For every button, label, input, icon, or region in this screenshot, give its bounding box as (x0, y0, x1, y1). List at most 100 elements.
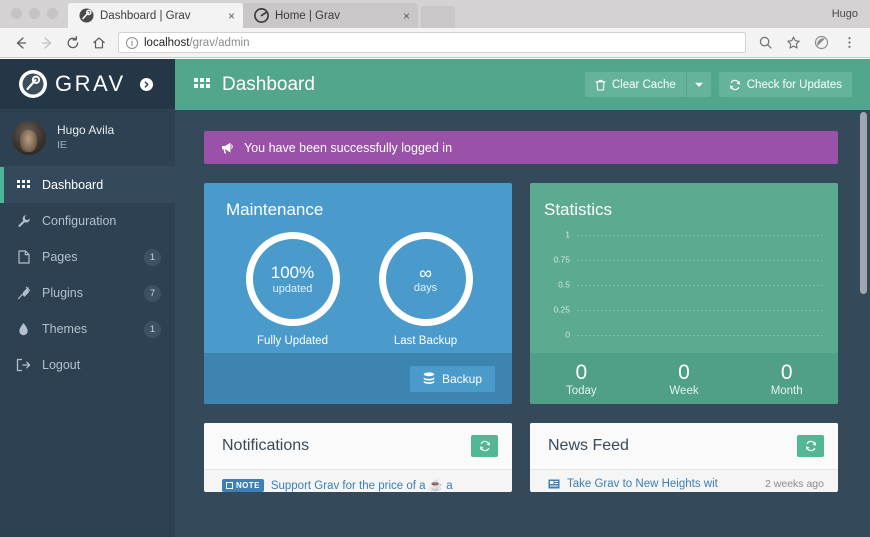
browser-tab-dashboard[interactable]: Dashboard | Grav × (68, 3, 243, 28)
maintenance-panel: Maintenance 100% updated Fully Updated (204, 183, 512, 404)
close-tab-button[interactable]: × (387, 10, 410, 22)
header-actions: Clear Cache Check for Updates (585, 72, 852, 97)
dashboard-content: You have been successfully logged in Mai… (175, 110, 870, 537)
browser-tab-home[interactable]: Home | Grav × (243, 3, 418, 28)
stat-label: Week (633, 385, 736, 397)
grav-circle-icon (254, 8, 269, 23)
notifications-header: Notifications (204, 423, 512, 470)
info-icon[interactable]: i (126, 37, 138, 49)
chevron-right-circle-icon[interactable] (140, 78, 153, 91)
reload-icon[interactable] (60, 30, 86, 56)
check-updates-button[interactable]: Check for Updates (719, 72, 852, 97)
extension-icon[interactable] (808, 30, 834, 56)
browser-tabstrip: Dashboard | Grav × Home | Grav × Hugo (0, 0, 870, 28)
donut-updated: 100% updated Fully Updated (246, 232, 340, 347)
sidebar-item-logout[interactable]: Logout (0, 347, 175, 383)
donut-label: Last Backup (379, 335, 473, 347)
close-tab-button[interactable]: × (212, 10, 235, 22)
stat-label: Month (735, 385, 838, 397)
stat-value: 0 (735, 361, 838, 385)
stat-value: 0 (530, 361, 633, 385)
new-tab-button[interactable] (421, 6, 455, 28)
sidebar-item-label: Pages (42, 250, 77, 264)
clear-cache-group: Clear Cache (585, 72, 711, 97)
brand-header[interactable]: GRAV « (0, 59, 175, 109)
note-badge: NOTE (222, 479, 264, 492)
content-scrollbar[interactable] (857, 110, 870, 537)
stat-month: 0 Month (735, 361, 838, 397)
grid-icon (16, 179, 31, 192)
donut-ring: 100% updated (246, 232, 340, 326)
statistics-title: Statistics (544, 200, 826, 220)
maintenance-donuts: 100% updated Fully Updated ∞ days (226, 232, 492, 347)
dashboard-row-bottom: Notifications NOTE (204, 423, 838, 492)
statistics-chart: 1 0.75 0.5 (544, 231, 826, 339)
sidebar-badge: 1 (144, 321, 161, 338)
search-icon[interactable] (752, 30, 778, 56)
sidebar-item-configuration[interactable]: Configuration (0, 203, 175, 239)
toolbar-right-icons (752, 30, 862, 56)
notifications-refresh-button[interactable] (471, 435, 498, 457)
sidebar-badge: 1 (144, 249, 161, 266)
refresh-icon (729, 79, 741, 91)
note-icon (226, 482, 233, 489)
statistics-panel: Statistics 1 0.75 (530, 183, 838, 404)
forward-arrow-icon (34, 30, 60, 56)
browser-window: Dashboard | Grav × Home | Grav × Hugo (0, 0, 870, 537)
file-icon (16, 250, 31, 264)
star-icon[interactable] (780, 30, 806, 56)
back-arrow-icon[interactable] (8, 30, 34, 56)
backup-button[interactable]: Backup (410, 366, 495, 392)
clear-cache-dropdown-button[interactable] (686, 72, 711, 97)
newsfeed-text: Take Grav to New Heights wit (567, 478, 718, 490)
browser-toolbar: i localhost/grav/admin (0, 28, 870, 58)
notifications-title: Notifications (222, 437, 309, 455)
stat-label: Today (530, 385, 633, 397)
maintenance-body: Maintenance 100% updated Fully Updated (204, 183, 512, 353)
notification-row[interactable]: NOTE Support Grav for the price of a ☕ a (204, 470, 512, 492)
success-alert: You have been successfully logged in (204, 131, 838, 164)
address-bar[interactable]: i localhost/grav/admin (118, 32, 746, 53)
statistics-body: Statistics 1 0.75 (530, 183, 838, 353)
main-area: Dashboard Clear Cache (175, 59, 870, 537)
sidebar-user[interactable]: Hugo Avila IE (0, 109, 175, 167)
kebab-menu-icon[interactable] (836, 30, 862, 56)
database-icon (423, 372, 435, 385)
newsfeed-refresh-button[interactable] (797, 435, 824, 457)
news-icon (548, 479, 560, 489)
maximize-window-button[interactable] (47, 8, 58, 19)
wrench-icon (16, 214, 31, 228)
notifications-panel: Notifications NOTE (204, 423, 512, 492)
logout-icon (16, 358, 31, 372)
close-window-button[interactable] (11, 8, 22, 19)
chart-ytick: 1 (544, 230, 570, 240)
url-path: /grav/admin (189, 37, 249, 49)
notification-text: Support Grav for the price of a ☕ a (271, 478, 453, 492)
sidebar-item-pages[interactable]: Pages 1 (0, 239, 175, 275)
sidebar-item-themes[interactable]: Themes 1 (0, 311, 175, 347)
browser-profile-label[interactable]: Hugo (832, 8, 870, 28)
scrollbar-thumb[interactable] (860, 112, 867, 294)
sidebar-item-label: Logout (42, 358, 80, 372)
tab-title: Dashboard | Grav (100, 10, 191, 22)
plug-icon (16, 286, 31, 300)
newsfeed-header: News Feed (530, 423, 838, 470)
newsfeed-timestamp: 2 weeks ago (765, 478, 824, 490)
dashboard-row-top: Maintenance 100% updated Fully Updated (204, 183, 838, 404)
window-controls[interactable] (0, 8, 68, 28)
grav-logo-icon (19, 70, 47, 98)
brand-title: GRAV (55, 71, 126, 97)
minimize-window-button[interactable] (29, 8, 40, 19)
sidebar-item-dashboard[interactable]: Dashboard (0, 167, 175, 203)
clear-cache-button[interactable]: Clear Cache (585, 72, 686, 97)
donut-label: Fully Updated (246, 335, 340, 347)
user-name: Hugo Avila (57, 123, 114, 138)
newsfeed-row[interactable]: Take Grav to New Heights wit 2 weeks ago (530, 470, 838, 490)
clear-cache-label: Clear Cache (612, 79, 676, 91)
newsfeed-title: News Feed (548, 437, 629, 455)
sidebar-item-plugins[interactable]: Plugins 7 (0, 275, 175, 311)
stat-value: 0 (633, 361, 736, 385)
page-title: Dashboard (194, 74, 315, 96)
donut-value: 100% (271, 263, 314, 283)
home-icon[interactable] (86, 30, 112, 56)
